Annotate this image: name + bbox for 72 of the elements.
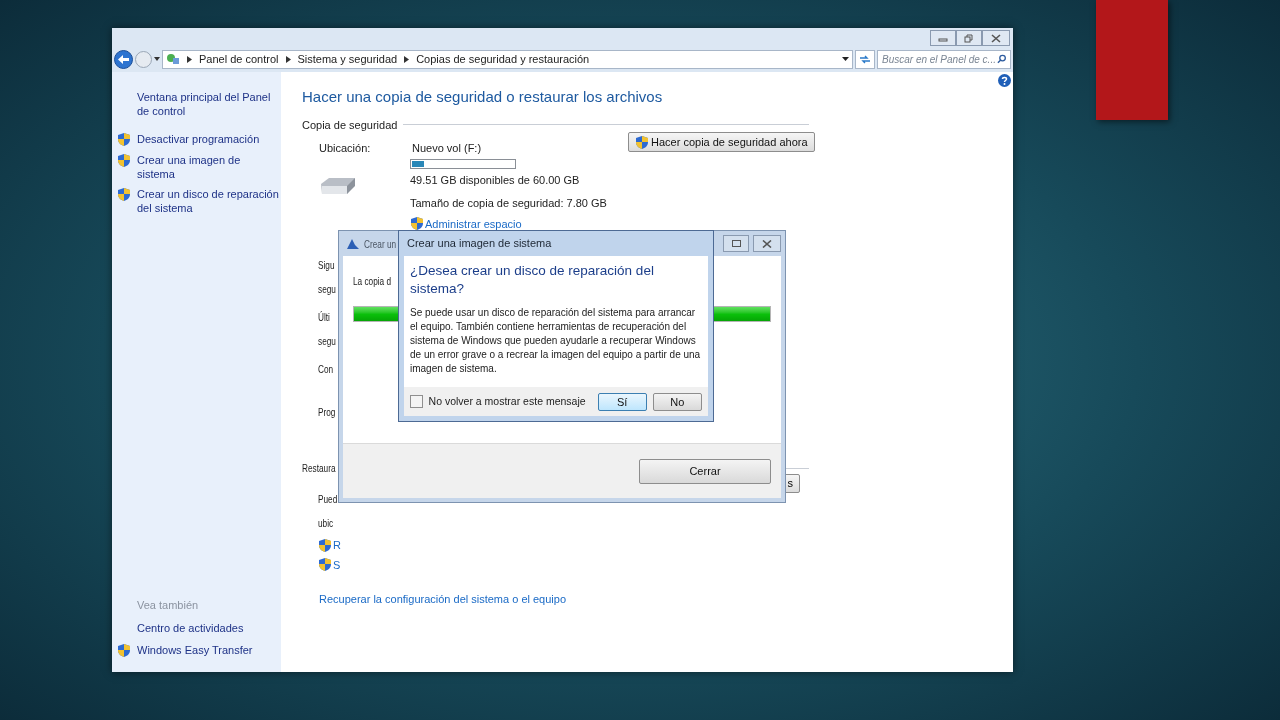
sidebar-link[interactable]: Crear una imagen de sistema [137, 153, 281, 181]
partly-hidden-text: segu [318, 334, 336, 348]
dropdown-caret-icon[interactable] [154, 57, 160, 61]
refresh-button[interactable] [855, 49, 875, 69]
checkbox[interactable] [410, 395, 423, 408]
section-heading: Copia de seguridad [302, 117, 398, 133]
partly-hidden-text: Con [318, 362, 334, 376]
close-icon [762, 239, 772, 248]
partly-hidden-text: Pued [318, 492, 338, 506]
location-label: Ubicación: [319, 141, 372, 156]
maximize-button[interactable] [723, 235, 749, 252]
dialog-title: Crear un [364, 236, 397, 251]
address-bar[interactable]: Panel de control Sistema y seguridad Copias de seguridad y restauración [162, 49, 853, 69]
see-also-heading: Vea también [136, 597, 200, 613]
sidebar-link[interactable]: Centro de actividades [137, 621, 244, 635]
breadcrumb-arrow-icon [285, 55, 291, 63]
breadcrumb-item[interactable]: Panel de control [199, 50, 279, 68]
shield-icon [318, 537, 332, 553]
close-button[interactable] [753, 235, 781, 252]
partly-hidden-text: Sigu [318, 258, 335, 272]
close-dialog-button[interactable]: Cerrar [639, 458, 771, 484]
page-title: Hacer una copia de seguridad o restaurar los archivos [302, 87, 664, 107]
breadcrumb-arrow-icon [404, 55, 410, 63]
partly-hidden-link[interactable]: S [333, 556, 341, 573]
shield-icon [635, 134, 649, 150]
shield-icon [117, 643, 131, 658]
drive-name: Nuevo vol (F:) [411, 141, 483, 156]
shield-icon [410, 216, 424, 232]
close-icon [991, 33, 1001, 43]
shield-icon [117, 132, 131, 147]
progress-status: La copia d [353, 274, 392, 288]
close-button[interactable] [982, 30, 1010, 46]
back-arrow-icon [118, 54, 129, 64]
available-space: 49.51 GB disponibles de 60.00 GB [410, 172, 581, 188]
shield-icon [117, 187, 131, 202]
search-field[interactable]: Buscar en el Panel de c... [877, 49, 1011, 69]
maximize-icon [731, 240, 741, 247]
partly-hidden-text: segu [318, 282, 336, 296]
sidebar-link[interactable]: Desactivar programación [137, 132, 260, 146]
sidebar-link[interactable]: Windows Easy Transfer [137, 643, 253, 657]
dialog-heading: ¿Desea crear un disco de reparación del sistema? [410, 262, 655, 298]
sidebar-link[interactable]: Crear un disco de reparación del sistema [137, 187, 281, 215]
back-button[interactable] [114, 49, 133, 69]
dialog-button[interactable]: No [652, 392, 702, 411]
section-heading: Restaura [302, 461, 336, 475]
restore-button[interactable] [956, 30, 982, 46]
breadcrumb-item[interactable]: Sistema y seguridad [297, 50, 398, 68]
breadcrumb-item[interactable]: Copias de seguridad y restauración [416, 50, 590, 68]
hard-drive-icon [319, 175, 357, 196]
control-panel-icon [166, 52, 180, 66]
checkbox-label: No volver a mostrar este mensaje [428, 393, 586, 409]
dialog-button[interactable]: Sí [597, 392, 647, 411]
help-icon[interactable] [998, 74, 1011, 87]
backup-app-icon [346, 237, 360, 250]
partly-hidden-link[interactable]: R [333, 537, 341, 554]
partly-hidden-text: Últi [318, 310, 330, 324]
partly-hidden-text: ubic [318, 516, 334, 530]
breadcrumb-arrow-icon [187, 55, 192, 63]
sidebar-link[interactable]: Ventana principal del Panel de control [137, 90, 281, 118]
partly-hidden-text: Prog [318, 405, 336, 419]
manage-space-link[interactable]: Administrar espacio [425, 215, 522, 232]
dialog-message: Se puede usar un disco de reparación del sistema para arrancar el equipo. También contiene herramientas de recuperación del sistema de Windows que pueden ayudarle a recuperar Windows de un error grave o a recrear la imagen del equipo a partir de una imagen de sistema. [410, 306, 702, 376]
shield-icon [318, 557, 332, 573]
restore-icon [964, 33, 974, 43]
dialog-title: Crear una imagen de sistema [407, 236, 552, 252]
backup-now-button[interactable]: Hacer copia de seguridad ahora [628, 132, 815, 152]
dropdown-caret-icon[interactable] [842, 57, 849, 61]
shield-icon [117, 153, 131, 168]
search-icon [996, 54, 1006, 64]
recover-settings-link[interactable]: Recuperar la configuración del sistema o el equipo [302, 591, 1013, 608]
backup-size: Tamaño de copia de seguridad: 7.80 GB [410, 196, 607, 211]
refresh-icon [859, 54, 871, 64]
